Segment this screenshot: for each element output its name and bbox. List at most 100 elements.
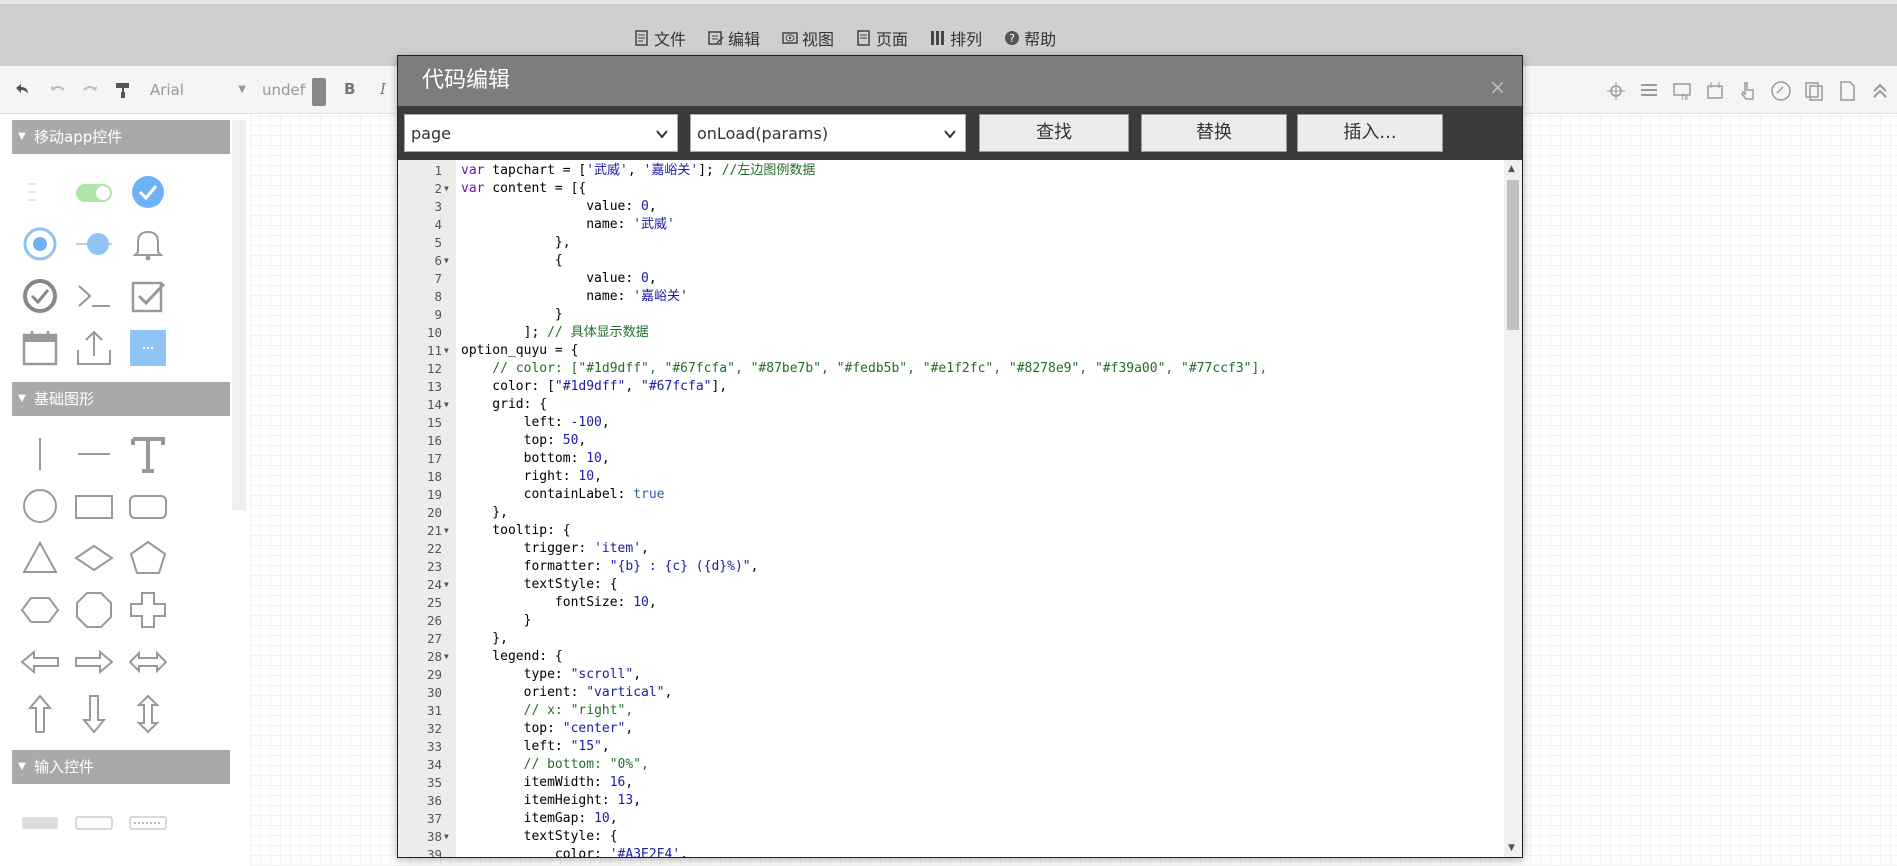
textbox-filled-icon[interactable] (18, 800, 62, 844)
align-icon[interactable] (1638, 80, 1660, 102)
code-line[interactable]: 10 ]; // 具体显示数据 (398, 324, 1504, 342)
format-painter-icon[interactable] (113, 80, 133, 100)
formula-icon[interactable]: fx (1671, 80, 1693, 102)
crosshair-icon[interactable] (1605, 80, 1627, 102)
font-size-stepper[interactable] (312, 78, 326, 106)
pentagon-shape-icon[interactable] (126, 536, 170, 580)
rectangle-shape-icon[interactable] (72, 484, 116, 528)
code-line[interactable]: 12 // color: ["#1d9dff", "#67fcfa", "#87… (398, 360, 1504, 378)
bell-icon[interactable] (126, 222, 170, 266)
code-line[interactable]: 30 orient: "vartical", (398, 684, 1504, 702)
circle-shape-icon[interactable] (18, 484, 62, 528)
code-line[interactable]: 33 left: "15", (398, 738, 1504, 756)
scroll-down-icon[interactable]: ▼ (1508, 843, 1515, 853)
arrow-down-icon[interactable] (72, 692, 116, 736)
vertical-line-icon[interactable] (18, 432, 62, 476)
menu-view[interactable]: 视图 (776, 26, 840, 50)
close-icon[interactable]: × (1489, 62, 1506, 112)
code-line[interactable]: 15 left: -100, (398, 414, 1504, 432)
italic-button[interactable]: I (380, 80, 386, 98)
fold-arrow-icon[interactable]: ▼ (444, 576, 449, 594)
fold-arrow-icon[interactable]: ▼ (444, 342, 449, 360)
code-line[interactable]: 6 ▼ { (398, 252, 1504, 270)
code-line[interactable]: 37 itemGap: 10, (398, 810, 1504, 828)
fold-arrow-icon[interactable]: ▼ (444, 252, 449, 270)
code-line[interactable]: 27 }, (398, 630, 1504, 648)
arrow-up-down-icon[interactable] (126, 692, 170, 736)
code-line[interactable]: 23 formatter: "{b} : {c} ({d}%)", (398, 558, 1504, 576)
code-editor[interactable]: 1 var tapchart = ['武威', '嘉峪关']; //左边图例数据 2… (398, 160, 1522, 857)
code-line[interactable]: 29 type: "scroll", (398, 666, 1504, 684)
checkmark-circle-icon[interactable] (126, 170, 170, 214)
fold-arrow-icon[interactable]: ▼ (444, 522, 449, 540)
arrow-right-icon[interactable] (72, 640, 116, 684)
bold-button[interactable]: B (344, 80, 355, 98)
text-icon[interactable] (126, 432, 170, 476)
code-line[interactable]: 17 bottom: 10, (398, 450, 1504, 468)
code-line[interactable]: 7 value: 0, (398, 270, 1504, 288)
radio-button-icon[interactable] (18, 222, 62, 266)
arrow-left-icon[interactable] (18, 640, 62, 684)
insert-button[interactable]: 插入... (1297, 114, 1443, 152)
code-line[interactable]: 1 var tapchart = ['武威', '嘉峪关']; //左边图例数据 (398, 162, 1504, 180)
check-circle-icon[interactable] (18, 274, 62, 318)
resize-icon[interactable] (1704, 80, 1726, 102)
fold-arrow-icon[interactable]: ▼ (444, 648, 449, 666)
undo-disabled-icon[interactable] (48, 80, 68, 100)
event-select[interactable]: onLoad(params) (690, 114, 966, 152)
section-basic-shapes[interactable]: ▼ 基础图形 (12, 382, 230, 416)
code-line[interactable]: 8 name: '嘉峪关' (398, 288, 1504, 306)
cross-shape-icon[interactable] (126, 588, 170, 632)
code-line[interactable]: 26 } (398, 612, 1504, 630)
section-mobile-controls[interactable]: ▼ 移动app控件 (12, 120, 230, 154)
horizontal-line-icon[interactable] (72, 432, 116, 476)
diamond-shape-icon[interactable] (72, 536, 116, 580)
arrow-left-right-icon[interactable] (126, 640, 170, 684)
calendar-icon[interactable] (18, 326, 62, 370)
menu-page[interactable]: 页面 (850, 26, 914, 50)
redo-icon[interactable] (80, 80, 100, 100)
code-line[interactable]: 38 ▼ textStyle: { (398, 828, 1504, 846)
pointer-icon[interactable] (1737, 80, 1759, 102)
scrollbar-thumb[interactable] (1507, 180, 1519, 330)
terminal-icon[interactable] (72, 274, 116, 318)
font-size-input[interactable]: undefin (262, 78, 306, 102)
copy-icon[interactable] (1803, 80, 1825, 102)
menu-help[interactable]: ? 帮助 (998, 26, 1062, 50)
code-line[interactable]: 25 fontSize: 10, (398, 594, 1504, 612)
fold-arrow-icon[interactable]: ▼ (444, 180, 449, 198)
editor-scrollbar[interactable]: ▲ ▼ (1504, 160, 1522, 857)
collapse-icon[interactable] (1869, 80, 1891, 102)
code-line[interactable]: 24 ▼ textStyle: { (398, 576, 1504, 594)
document-icon[interactable] (1836, 80, 1858, 102)
password-field-icon[interactable] (126, 800, 170, 844)
code-line[interactable]: 2 ▼ var content = [{ (398, 180, 1504, 198)
rounded-rectangle-icon[interactable] (126, 484, 170, 528)
menu-file[interactable]: 文件 (628, 26, 692, 50)
code-line[interactable]: 32 top: "center", (398, 720, 1504, 738)
code-line[interactable]: 22 trigger: 'item', (398, 540, 1504, 558)
hexagon-shape-icon[interactable] (18, 588, 62, 632)
code-line[interactable]: 34 // bottom: "0%", (398, 756, 1504, 774)
code-line[interactable]: 20 }, (398, 504, 1504, 522)
code-line[interactable]: 19 containLabel: true (398, 486, 1504, 504)
code-line[interactable]: 5 }, (398, 234, 1504, 252)
checkbox-icon[interactable] (126, 274, 170, 318)
section-input-controls[interactable]: ▼ 输入控件 (12, 750, 230, 784)
slider-icon[interactable] (72, 222, 116, 266)
menu-edit[interactable]: 编辑 (702, 26, 766, 50)
code-line[interactable]: 3 value: 0, (398, 198, 1504, 216)
find-button[interactable]: 查找 (979, 114, 1129, 152)
fold-arrow-icon[interactable]: ▼ (444, 828, 449, 846)
link-icon[interactable] (1770, 80, 1792, 102)
font-family-select[interactable]: Arial ▼ (150, 78, 250, 102)
replace-button[interactable]: 替换 (1141, 114, 1287, 152)
code-line[interactable]: 36 itemHeight: 13, (398, 792, 1504, 810)
code-line[interactable]: 14 ▼ grid: { (398, 396, 1504, 414)
code-line[interactable]: 28 ▼ legend: { (398, 648, 1504, 666)
list-control-icon[interactable] (18, 170, 62, 214)
code-line[interactable]: 4 name: '武威' (398, 216, 1504, 234)
code-line[interactable]: 31 // x: "right", (398, 702, 1504, 720)
code-line[interactable]: 35 itemWidth: 16, (398, 774, 1504, 792)
scroll-up-icon[interactable]: ▲ (1508, 164, 1515, 174)
